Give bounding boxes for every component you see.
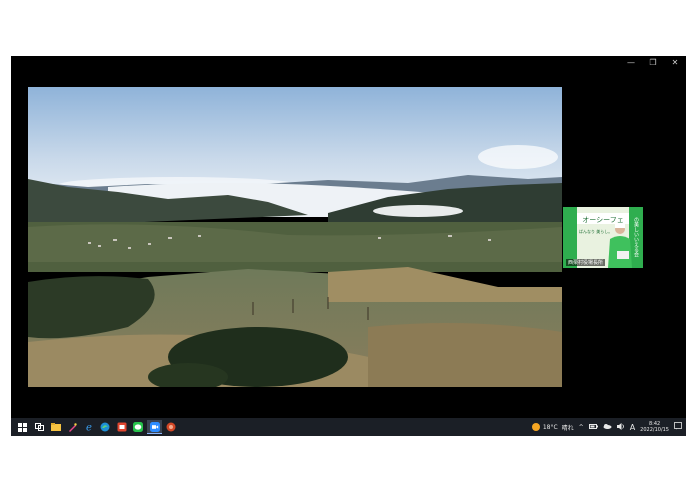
battery-icon[interactable] [588,423,598,431]
close-button[interactable]: ✕ [664,56,686,70]
chevron-up-icon[interactable]: ^ [579,424,584,431]
minimize-button[interactable]: — [620,56,642,70]
taskbar: e 18°C 晴れ ^ A 8:42 2022/10/15 [11,418,686,436]
system-tray: 18°C 晴れ ^ A 8:42 2022/10/15 [527,418,682,436]
clock[interactable]: 8:42 2022/10/15 [640,421,669,433]
powerpoint-icon[interactable] [164,420,179,434]
file-explorer-icon[interactable] [48,420,63,434]
main-video-feed[interactable] [28,87,562,387]
svg-text:e: e [86,423,92,433]
screen: — ❐ ✕ オーシーフェ の美しいいえる会 ぱんなり 美らし。 西栗村役場長所 … [11,56,686,436]
participant-name-label: 西栗村役場長所 [566,259,606,266]
start-icon[interactable] [15,420,30,434]
weather-temp: 18°C [542,423,558,431]
window-controls: — ❐ ✕ [620,56,686,70]
notification-icon[interactable] [674,422,682,432]
sun-icon [531,423,540,431]
participant-video-thumbnail[interactable]: オーシーフェ の美しいいえる会 ぱんなり 美らし。 西栗村役場長所 [563,207,643,268]
line-icon[interactable] [131,420,146,434]
maximize-button[interactable]: ❐ [642,56,664,70]
network-icon[interactable] [603,423,612,431]
thumbnail-sign-text: ぱんなり 美らし。 [579,228,612,234]
weather-desc: 晴れ [561,424,574,432]
thumbnail-side-text: の美しいいえる会 [633,217,639,258]
thumbnail-banner-text: オーシーフェ [582,216,623,224]
ime-indicator[interactable]: A [630,423,635,432]
zoom-icon[interactable] [147,420,162,434]
weather-widget[interactable]: 18°C 晴れ [531,423,574,432]
volume-icon[interactable] [616,422,625,432]
edge-icon[interactable]: e [81,420,96,434]
task-view-icon[interactable] [32,420,47,434]
paint-icon[interactable] [65,420,80,434]
media-icon[interactable] [114,420,129,434]
edge-browser-icon[interactable] [98,420,113,434]
taskbar-apps: e [15,420,180,434]
clock-date: 2022/10/15 [640,427,669,433]
